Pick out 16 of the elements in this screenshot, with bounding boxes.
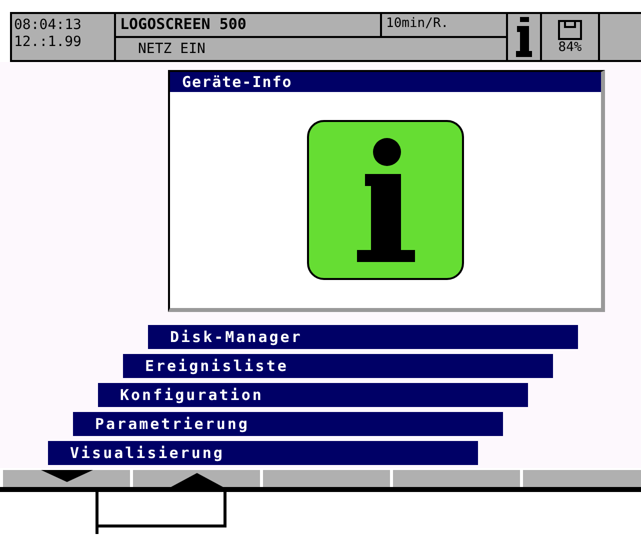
menu-item[interactable]: Visualisierung [48, 441, 478, 465]
info-icon [307, 120, 464, 280]
disk-usage-text: 84% [558, 40, 582, 54]
menu-item[interactable]: Parametrierung [73, 412, 503, 436]
menu-item[interactable]: Disk-Manager [148, 325, 578, 349]
info-icon [515, 17, 533, 57]
date-text: 12.:1.99 [14, 34, 82, 51]
menu-item[interactable]: Konfiguration [98, 383, 528, 407]
status-message: NETZ EIN [137, 40, 206, 59]
down-arrow-icon [40, 470, 92, 482]
device-title: LOGOSCREEN 500 [116, 14, 382, 36]
chart-speed-text: 10min/R. [385, 15, 450, 33]
menu-item[interactable]: Ereignisliste [123, 354, 553, 378]
dialog-title: Geräte-Info [170, 72, 601, 92]
time-text: 08:04:13 [14, 17, 82, 34]
up-arrow-icon [170, 473, 222, 487]
